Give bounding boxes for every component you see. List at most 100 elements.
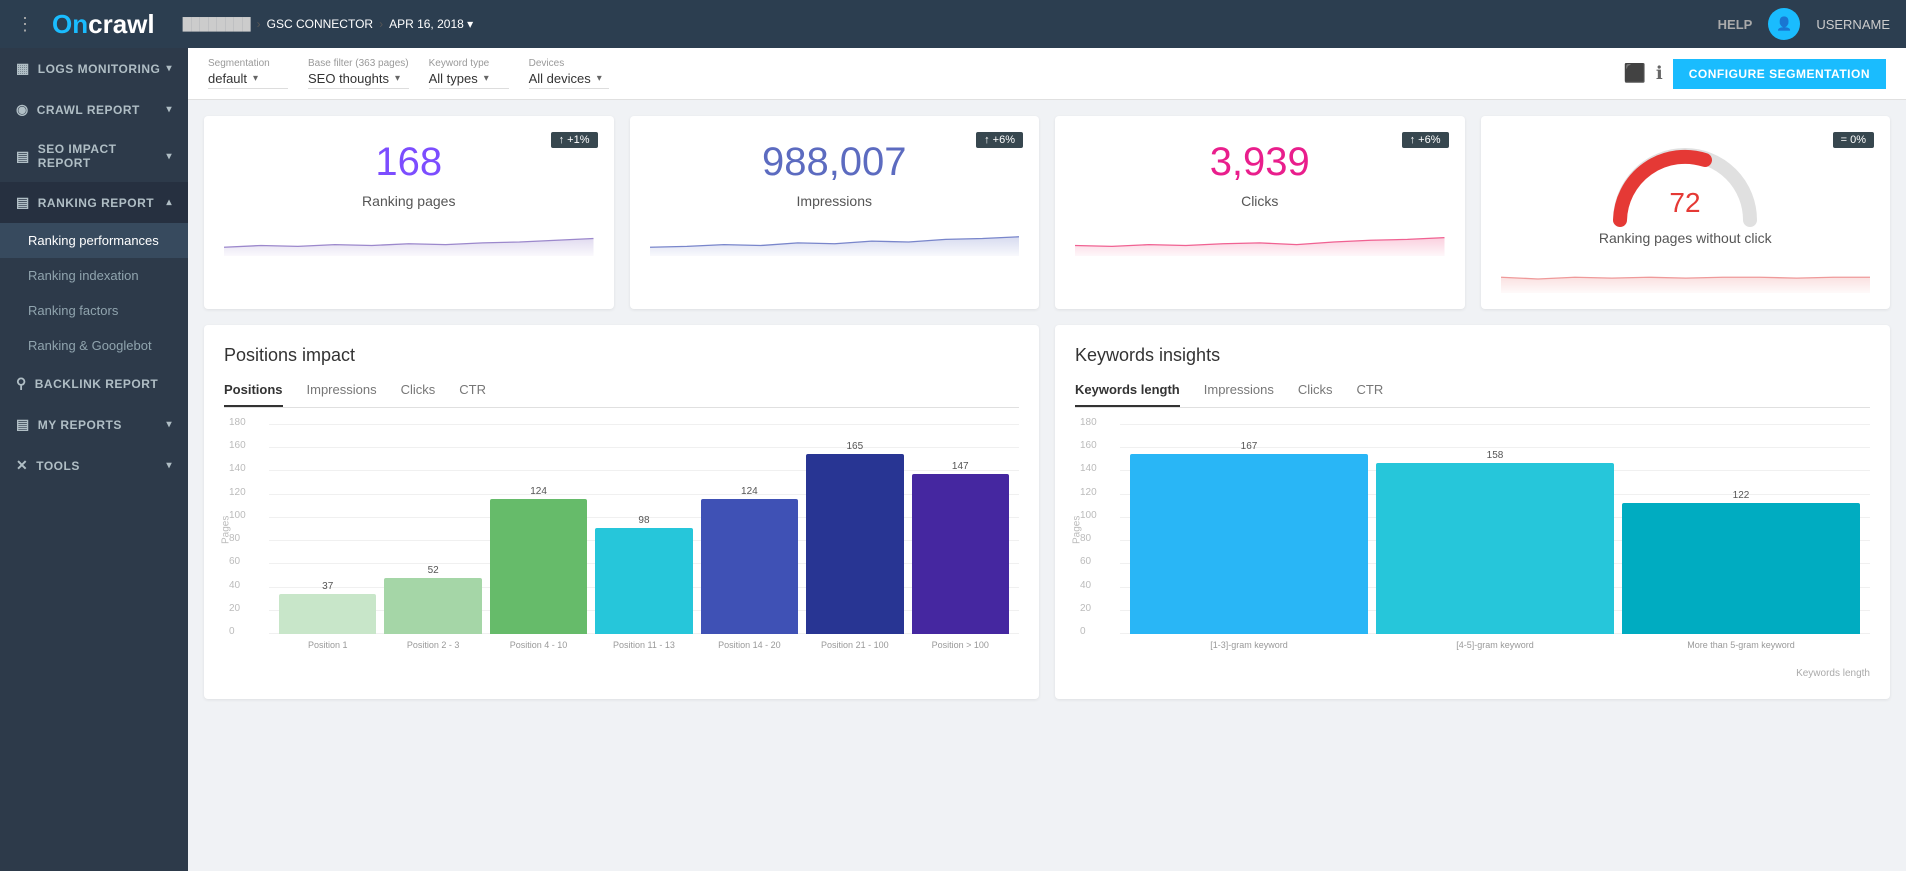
breadcrumb-date[interactable]: APR 16, 2018 ▾: [389, 17, 473, 31]
sidebar-item-ranking[interactable]: ▤ RANKING REPORT ▴: [0, 182, 188, 223]
keyword-type-value: All types: [429, 71, 478, 86]
segmentation-caret: ▾: [253, 73, 258, 84]
nav-left: ⋮ On crawl ████████ › GSC CONNECTOR › AP…: [16, 9, 473, 40]
bar-rect: [701, 499, 798, 634]
bar-col-Position->-100: 147: [912, 424, 1009, 634]
sidebar-label-seo: SEO IMPACT REPORT: [38, 142, 167, 170]
sidebar-sub-ranking-google[interactable]: Ranking & Googlebot: [0, 328, 188, 363]
kw-bar-num: 167: [1241, 441, 1258, 452]
bar-col-Position-21---100: 165: [806, 424, 903, 634]
sidebar-label-tools: TOOLS: [36, 459, 80, 473]
chevron-myreports: ▾: [166, 419, 172, 430]
segmentation-select[interactable]: default ▾: [208, 71, 288, 89]
segmentation-label: Segmentation: [208, 58, 288, 69]
username-label: USERNAME: [1816, 17, 1890, 32]
breadcrumb-connector[interactable]: GSC CONNECTOR: [267, 17, 373, 31]
stat-card-ranking-pages: ↑ +1% 168 Ranking pages: [204, 116, 614, 309]
bar-rect: [806, 454, 903, 634]
segmentation-filter: Segmentation default ▾: [208, 58, 288, 89]
bar-num: 98: [638, 515, 649, 526]
segmentation-value: default: [208, 71, 247, 86]
bar-col-Position-4---10: 124: [490, 424, 587, 634]
keywords-chart-title: Keywords insights: [1075, 345, 1870, 366]
bar-rect: [279, 594, 376, 634]
kw-bar-num: 158: [1487, 450, 1504, 461]
tab-positions-impressions[interactable]: Impressions: [307, 382, 377, 407]
stat-cards: ↑ +1% 168 Ranking pages: [204, 116, 1890, 309]
devices-filter: Devices All devices ▾: [529, 58, 609, 89]
seo-icon: ▤: [16, 148, 30, 165]
kw-bar-col: 122: [1622, 424, 1860, 634]
stat-card-clicks: ↑ +6% 3,939 Clicks: [1055, 116, 1465, 309]
bar-rect: [384, 578, 481, 634]
bar-col-Position-1: 37: [279, 424, 376, 634]
sidebar-label-ranking: RANKING REPORT: [38, 196, 154, 210]
keywords-bar-chart: Pages 180 160 140 120 100 80 60 40 20: [1075, 424, 1870, 664]
sidebar-item-crawl[interactable]: ◉ CRAWL REPORT ▾: [0, 89, 188, 130]
x-label: Position > 100: [912, 636, 1009, 664]
tab-keywords-clicks[interactable]: Clicks: [1298, 382, 1333, 407]
avatar: 👤: [1768, 8, 1800, 40]
svg-text:72: 72: [1670, 187, 1701, 218]
devices-caret: ▾: [597, 73, 602, 84]
sidebar: ▦ LOGS MONITORING ▾ ◉ CRAWL REPORT ▾ ▤ S…: [0, 48, 188, 871]
positions-chart-title: Positions impact: [224, 345, 1019, 366]
x-label: Position 14 - 20: [701, 636, 798, 664]
info-icon-button[interactable]: ℹ: [1656, 63, 1663, 84]
keyword-type-label: Keyword type: [429, 58, 509, 69]
devices-label: Devices: [529, 58, 609, 69]
kw-bar-col: 158: [1376, 424, 1614, 634]
sidebar-label-logs: LOGS MONITORING: [38, 62, 161, 76]
tab-positions-clicks[interactable]: Clicks: [401, 382, 436, 407]
bar-num: 52: [428, 565, 439, 576]
sidebar-item-backlink[interactable]: ⚲ BACKLINK REPORT: [0, 363, 188, 404]
stat-card-no-click: = 0% 72 Ranking pages without click: [1481, 116, 1891, 309]
stat-label-no-click: Ranking pages without click: [1599, 230, 1772, 246]
bar-rect: [912, 474, 1009, 634]
sidebar-sub-ranking-factors[interactable]: Ranking factors: [0, 293, 188, 328]
nav-right: HELP 👤 USERNAME: [1718, 8, 1890, 40]
base-filter-select[interactable]: SEO thoughts ▾: [308, 71, 409, 89]
sidebar-item-tools[interactable]: ✕ TOOLS ▾: [0, 445, 188, 486]
tab-keywords-length[interactable]: Keywords length: [1075, 382, 1180, 407]
tab-positions-ctr[interactable]: CTR: [459, 382, 486, 407]
devices-select[interactable]: All devices ▾: [529, 71, 609, 89]
breadcrumb-project[interactable]: ████████: [183, 17, 251, 31]
sidebar-sub-label-factors: Ranking factors: [28, 303, 118, 318]
sidebar-item-seo[interactable]: ▤ SEO IMPACT REPORT ▾: [0, 130, 188, 182]
kw-x-label: [1-3]-gram keyword: [1130, 636, 1368, 664]
bar-col-Position-14---20: 124: [701, 424, 798, 634]
sidebar-sub-label-perf: Ranking performances: [28, 233, 159, 248]
sidebar-item-logs[interactable]: ▦ LOGS MONITORING ▾: [0, 48, 188, 89]
bottom-charts: Positions impact Positions Impressions C…: [204, 325, 1890, 699]
sparkline-impressions: [650, 221, 1020, 256]
x-label: Position 21 - 100: [806, 636, 903, 664]
tab-keywords-impressions[interactable]: Impressions: [1204, 382, 1274, 407]
pdf-icon-button[interactable]: ⬛: [1624, 63, 1646, 84]
x-label: Position 11 - 13: [595, 636, 692, 664]
help-button[interactable]: HELP: [1718, 17, 1753, 32]
configure-segmentation-button[interactable]: CONFIGURE SEGMENTATION: [1673, 59, 1886, 89]
keywords-bars-row: 167 158 122: [1120, 424, 1870, 634]
bar-num: 165: [846, 441, 863, 452]
chevron-crawl: ▾: [166, 104, 172, 115]
sidebar-sub-ranking-index[interactable]: Ranking indexation: [0, 258, 188, 293]
kw-bar-rect: [1376, 463, 1614, 634]
keywords-chart-tabs: Keywords length Impressions Clicks CTR: [1075, 382, 1870, 408]
kw-bar-col: 167: [1130, 424, 1368, 634]
tab-positions[interactable]: Positions: [224, 382, 283, 407]
keyword-type-select[interactable]: All types ▾: [429, 71, 509, 89]
stat-value-clicks: 3,939: [1210, 140, 1310, 185]
logo[interactable]: On crawl: [52, 9, 155, 40]
sidebar-item-myreports[interactable]: ▤ MY REPORTS ▾: [0, 404, 188, 445]
sidebar-sub-ranking-perf[interactable]: Ranking performances: [0, 223, 188, 258]
stat-card-impressions: ↑ +6% 988,007 Impressions: [630, 116, 1040, 309]
tab-keywords-ctr[interactable]: CTR: [1357, 382, 1384, 407]
stat-badge-no-click: = 0%: [1833, 132, 1874, 148]
stat-badge-impressions: ↑ +6%: [976, 132, 1023, 148]
menu-dots[interactable]: ⋮: [16, 14, 34, 35]
keyword-type-filter: Keyword type All types ▾: [429, 58, 509, 89]
breadcrumb: ████████ › GSC CONNECTOR › APR 16, 2018 …: [183, 17, 474, 31]
kw-bar-rect: [1130, 454, 1368, 634]
filter-bar-right: ⬛ ℹ CONFIGURE SEGMENTATION: [1624, 59, 1887, 89]
